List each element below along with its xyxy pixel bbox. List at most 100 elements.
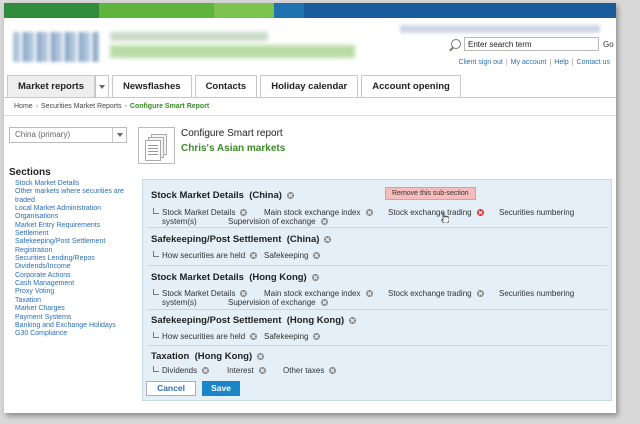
tab-account-opening[interactable]: Account opening <box>361 75 461 97</box>
help-link[interactable]: Help <box>554 59 568 66</box>
remove-subsection-icon[interactable] <box>250 252 258 259</box>
remove-subsection-icon[interactable] <box>476 209 484 216</box>
remove-subsection-tooltip: Remove this sub-section <box>385 187 476 200</box>
subsection-item: Stock Market Details <box>153 208 248 217</box>
remove-subsection-icon[interactable] <box>320 299 328 306</box>
section-title: Taxation <box>151 351 190 362</box>
utility-links: Client sign out | My account | Help | Co… <box>458 59 610 66</box>
remove-subsection-icon[interactable] <box>240 209 248 216</box>
report-sections-panel: Stock Market Details (China) Stock Marke… <box>142 179 612 401</box>
subsection-item: Supervision of exchange <box>228 217 328 226</box>
section-link[interactable]: Stock Market Details <box>15 180 133 188</box>
sections-list: Stock Market Details Other markets where… <box>15 180 133 339</box>
subsection-item: How securities are held <box>153 332 258 341</box>
section-link[interactable]: Local Market Administration <box>15 205 133 213</box>
tab-divider <box>4 97 616 98</box>
remove-subsection-icon[interactable] <box>202 367 210 374</box>
client-sign-out-link[interactable]: Client sign out <box>458 59 502 66</box>
section-link[interactable]: Registration <box>15 247 133 255</box>
site-title-blurred <box>110 32 268 41</box>
remove-section-icon[interactable] <box>311 274 319 281</box>
breadcrumb-divider <box>4 115 616 116</box>
tab-market-reports-dropdown[interactable] <box>95 75 109 97</box>
contact-us-link[interactable]: Contact us <box>577 59 610 66</box>
subsection-item: Safekeeping <box>264 332 321 341</box>
section-link[interactable]: traded <box>15 197 133 205</box>
sections-heading: Sections <box>9 167 51 178</box>
remove-subsection-icon[interactable] <box>320 218 328 225</box>
breadcrumb-home[interactable]: Home <box>14 103 33 110</box>
search-area: Go <box>451 37 614 51</box>
remove-subsection-icon[interactable] <box>258 367 266 374</box>
section-link[interactable]: Safekeeping/Post Settlement <box>15 238 133 246</box>
search-icon <box>451 39 461 49</box>
section-link[interactable]: Settlement <box>15 230 133 238</box>
section-link[interactable]: G30 Compliance <box>15 330 133 338</box>
tab-contacts[interactable]: Contacts <box>194 75 258 97</box>
section-link[interactable]: Market Charges <box>15 305 133 313</box>
subsection-item: system(s) <box>162 298 197 307</box>
market-select[interactable]: China (primary) <box>9 127 127 143</box>
cancel-button[interactable]: Cancel <box>146 381 196 396</box>
subsection-item: Securities numbering <box>499 289 575 298</box>
remove-subsection-icon[interactable] <box>250 333 258 340</box>
page-title: Configure Smart report <box>181 128 283 139</box>
section-title: Stock Market Details <box>151 272 244 283</box>
remove-section-icon[interactable] <box>324 236 332 243</box>
section-link[interactable]: Proxy Voting <box>15 288 133 296</box>
company-logo <box>13 32 99 62</box>
remove-section-icon[interactable] <box>257 353 265 360</box>
remove-subsection-icon[interactable] <box>365 209 373 216</box>
search-input[interactable] <box>464 37 599 51</box>
main-nav-tabs: Market reports Newsflashes Contacts Holi… <box>7 75 464 98</box>
chevron-down-icon <box>112 128 126 142</box>
report-name: Chris's Asian markets <box>181 143 286 154</box>
tab-market-reports[interactable]: Market reports <box>7 75 95 97</box>
section-link[interactable]: Cash Management <box>15 280 133 288</box>
brand-color-bar <box>4 3 616 18</box>
section-link[interactable]: Securities Lending/Repos <box>15 255 133 263</box>
remove-subsection-icon[interactable] <box>476 290 484 297</box>
report-document-icon <box>138 127 175 164</box>
subsection-item: Stock Market Details <box>153 289 248 298</box>
section-link[interactable]: Market Entry Requirements <box>15 222 133 230</box>
subsection-item: system(s) <box>162 217 197 226</box>
section-link[interactable]: Banking and Exchange Holidays <box>15 322 133 330</box>
my-account-link[interactable]: My account <box>511 59 547 66</box>
tab-newsflashes[interactable]: Newsflashes <box>112 75 192 97</box>
remove-section-icon[interactable] <box>349 317 357 324</box>
remove-subsection-icon[interactable] <box>313 333 321 340</box>
remove-subsection-icon[interactable] <box>313 252 321 259</box>
hand-cursor-icon <box>441 213 449 223</box>
subsection-item: Dividends <box>153 366 210 375</box>
app-window: Go Client sign out | My account | Help |… <box>4 3 616 413</box>
section-link[interactable]: Corporate Actions <box>15 272 133 280</box>
site-subtitle-blurred <box>110 45 355 58</box>
breadcrumb-securities-market-reports[interactable]: Securities Market Reports <box>41 103 122 110</box>
section-link[interactable]: Taxation <box>15 297 133 305</box>
section-market: (Hong Kong) <box>286 315 345 326</box>
remove-subsection-icon[interactable] <box>365 290 373 297</box>
remove-section-icon[interactable] <box>286 192 294 199</box>
header-info-blurred <box>400 25 600 33</box>
breadcrumb-current: Configure Smart Report <box>129 103 210 110</box>
section-title: Stock Market Details <box>151 190 244 201</box>
section-title: Safekeeping/Post Settlement <box>151 234 282 245</box>
section-link[interactable]: Organisations <box>15 213 133 221</box>
section-link[interactable]: Other markets where securities are <box>15 188 133 196</box>
subsection-item: Supervision of exchange <box>228 298 328 307</box>
section-link[interactable]: Dividends/Income <box>15 263 133 271</box>
subsection-item: Main stock exchange index <box>264 208 373 217</box>
breadcrumb: Home › Securities Market Reports › Confi… <box>14 103 210 110</box>
search-go-button[interactable]: Go <box>603 40 614 49</box>
section-link[interactable]: Payment Systems <box>15 314 133 322</box>
remove-subsection-icon[interactable] <box>240 290 248 297</box>
section-market: (China) <box>286 234 320 245</box>
subsection-item: Safekeeping <box>264 251 321 260</box>
subsection-item: Stock exchange trading <box>388 208 484 217</box>
save-button[interactable]: Save <box>202 381 240 396</box>
section-market: (Hong Kong) <box>194 351 253 362</box>
tab-holiday-calendar[interactable]: Holiday calendar <box>260 75 359 97</box>
subsection-item: Stock exchange trading <box>388 289 484 298</box>
remove-subsection-icon[interactable] <box>329 367 337 374</box>
